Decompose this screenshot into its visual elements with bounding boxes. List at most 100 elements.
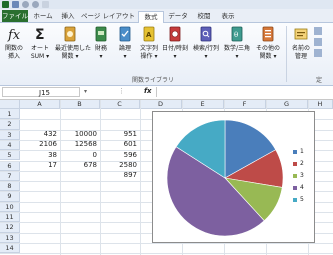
- tab-formulas[interactable]: 数式: [138, 11, 164, 23]
- cell-c5[interactable]: 596: [100, 151, 140, 161]
- legend-item-5: 5: [293, 196, 304, 203]
- title-bar: [0, 0, 333, 9]
- row-header-7[interactable]: 7: [0, 170, 20, 182]
- name-manager-icon: [294, 28, 308, 40]
- financial-button[interactable]: 財務 ▾: [89, 25, 113, 61]
- legend-swatch: [293, 149, 297, 154]
- legend-item-3: 3: [293, 172, 304, 179]
- cell-b6[interactable]: 678: [60, 161, 100, 171]
- tab-page-layout[interactable]: ページ レイアウト: [80, 11, 136, 22]
- legend-swatch: [293, 173, 297, 178]
- row-header-12[interactable]: 12: [0, 222, 20, 233]
- define-name-icon[interactable]: [314, 27, 322, 35]
- tab-home[interactable]: ホーム: [32, 11, 54, 22]
- column-header-h[interactable]: H: [308, 100, 333, 109]
- autosum-button[interactable]: Σ オート SUM ▾: [28, 25, 52, 61]
- save-icon[interactable]: [12, 1, 19, 8]
- text-book-icon: A: [143, 26, 155, 42]
- create-from-selection-icon[interactable]: [314, 49, 322, 57]
- legend-swatch: [293, 185, 297, 190]
- sigma-icon: Σ: [35, 27, 45, 43]
- column-header-c[interactable]: C: [100, 100, 140, 109]
- lookup-book-icon: [200, 26, 212, 42]
- row-header-8[interactable]: 8: [0, 181, 20, 192]
- ribbon-tab-bar: ファイル ホーム 挿入 ページ レイアウト 数式 データ 校閲 表示: [0, 9, 333, 23]
- svg-text:Σ: Σ: [35, 27, 45, 43]
- tab-data[interactable]: データ: [166, 11, 190, 22]
- column-gridline: [140, 100, 141, 255]
- more-functions-button[interactable]: その他の 関数 ▾: [254, 25, 282, 61]
- formula-bar-separator-icon: ⋮: [118, 87, 125, 95]
- column-header-g[interactable]: G: [266, 100, 308, 109]
- column-header-f[interactable]: F: [224, 100, 266, 109]
- column-header-e[interactable]: E: [182, 100, 224, 109]
- cell-a5[interactable]: 38: [20, 151, 60, 161]
- row-header-3[interactable]: 3: [0, 129, 20, 140]
- cell-c3[interactable]: 951: [100, 130, 140, 140]
- name-box[interactable]: J15: [2, 87, 80, 97]
- cell-b4[interactable]: 12568: [60, 140, 100, 150]
- cell-b3[interactable]: 10000: [60, 130, 100, 140]
- cell-a4[interactable]: 2106: [20, 140, 60, 150]
- column-header-b[interactable]: B: [60, 100, 100, 109]
- row-header-2[interactable]: 2: [0, 119, 20, 130]
- use-in-formula-icon[interactable]: [314, 38, 322, 46]
- cell-c4[interactable]: 601: [100, 140, 140, 150]
- legend-swatch: [293, 197, 297, 202]
- legend-label: 1: [300, 148, 304, 155]
- function-library-group-label: 関数ライブラリ: [132, 77, 175, 84]
- excel-logo-icon: [2, 1, 9, 8]
- date-time-button[interactable]: 日付/時刻 ▾: [161, 25, 189, 61]
- name-manager-button[interactable]: 名前の 管理: [289, 25, 313, 61]
- lookup-reference-button[interactable]: 検索/行列 ▾: [192, 25, 220, 61]
- row-header-6[interactable]: 6: [0, 160, 20, 171]
- row-header-10[interactable]: 10: [0, 201, 20, 212]
- row-gridline: [0, 242, 333, 244]
- row-header-4[interactable]: 4: [0, 139, 20, 151]
- legend-label: 2: [300, 160, 304, 167]
- pie-plot-area: [166, 119, 284, 237]
- legend-swatch: [293, 161, 297, 166]
- tab-insert[interactable]: 挿入: [58, 11, 78, 22]
- cell-c6[interactable]: 2580: [100, 161, 140, 171]
- math-trig-button[interactable]: θ 数学/三角 ▾: [223, 25, 251, 61]
- redo-icon[interactable]: [32, 1, 39, 8]
- more-book-icon: [262, 26, 274, 42]
- logical-button[interactable]: 論理 ▾: [113, 25, 137, 61]
- formula-input[interactable]: [156, 87, 332, 97]
- undo-icon[interactable]: [22, 1, 29, 8]
- row-header-14[interactable]: 14: [0, 242, 20, 254]
- cell-b5[interactable]: 0: [60, 151, 100, 161]
- tab-view[interactable]: 表示: [218, 11, 238, 22]
- name-box-dropdown-icon[interactable]: ▾: [84, 88, 87, 95]
- select-all-corner[interactable]: [0, 100, 20, 109]
- recently-used-button[interactable]: 最近使用した 関数 ▾: [55, 25, 91, 61]
- legend-item-1: 1: [293, 148, 304, 155]
- math-book-icon: θ: [231, 26, 243, 42]
- svg-text:fx: fx: [7, 28, 21, 43]
- tab-review[interactable]: 校閲: [194, 11, 214, 22]
- customize-quick-access-icon[interactable]: [42, 1, 49, 8]
- legend-label: 4: [300, 184, 304, 191]
- row-header-9[interactable]: 9: [0, 191, 20, 202]
- fx-icon: fx: [7, 28, 21, 43]
- recent-book-icon: [64, 26, 76, 42]
- svg-text:A: A: [146, 31, 152, 39]
- formula-bar: J15 ▾ ⋮ fx: [0, 86, 333, 100]
- row-header-11[interactable]: 11: [0, 212, 20, 223]
- datetime-book-icon: [169, 26, 181, 42]
- row-header-5[interactable]: 5: [0, 150, 20, 161]
- defined-names-group-label: 定: [316, 77, 323, 84]
- tab-file[interactable]: ファイル: [2, 10, 28, 22]
- insert-function-fx-icon[interactable]: fx: [144, 87, 152, 95]
- column-header-a[interactable]: A: [20, 100, 60, 109]
- text-button[interactable]: A 文字列 操作 ▾: [137, 25, 161, 61]
- cell-a3[interactable]: 432: [20, 130, 60, 140]
- cell-a6[interactable]: 17: [20, 161, 60, 171]
- pie-chart[interactable]: 1 2 3 4 5: [152, 111, 315, 243]
- cell-c7[interactable]: 897: [100, 171, 140, 181]
- row-header-1[interactable]: 1: [0, 109, 20, 120]
- column-header-d[interactable]: D: [140, 100, 182, 109]
- insert-function-button[interactable]: fx 関数の 挿入: [2, 25, 26, 61]
- row-header-13[interactable]: 13: [0, 232, 20, 243]
